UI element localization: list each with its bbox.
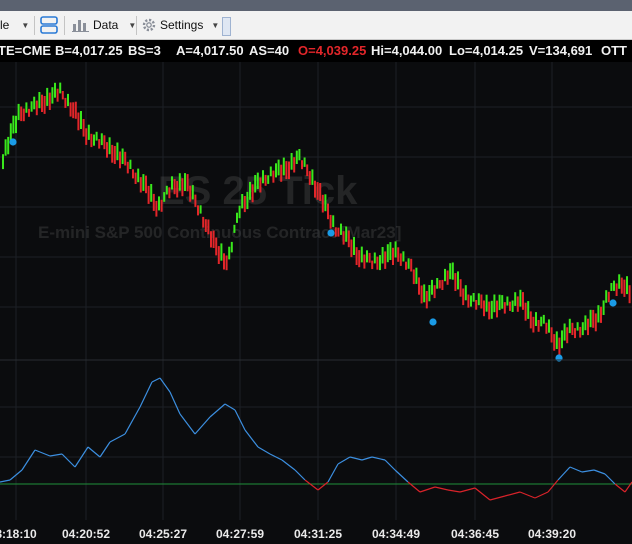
indicator-label: OTT bbox=[601, 43, 627, 58]
time-label: 04:39:20 bbox=[527, 527, 577, 541]
volume: V=134,691 bbox=[529, 43, 593, 58]
low-price: Lo=4,014.25 bbox=[449, 43, 524, 58]
toolbar-separator bbox=[34, 16, 35, 35]
bid-price: B=4,017.25 bbox=[55, 43, 123, 58]
style-dropdown[interactable]: le ▼ bbox=[0, 11, 29, 39]
window-top-band bbox=[0, 0, 632, 11]
ask-size: AS=40 bbox=[249, 43, 290, 58]
time-label: 04:20:52 bbox=[61, 527, 111, 541]
high-price: Hi=4,044.00 bbox=[371, 43, 443, 58]
time-label: 04:36:45 bbox=[450, 527, 500, 541]
time-label: 04:31:25 bbox=[293, 527, 343, 541]
price-chart[interactable]: ES 25 Tick E-mini S&P 500 Continuous Con… bbox=[0, 62, 632, 520]
data-menu-label: Data bbox=[93, 18, 119, 32]
ask-price: A=4,017.50 bbox=[176, 43, 244, 58]
gear-icon bbox=[142, 18, 156, 32]
open-price: O=4,039.25 bbox=[298, 43, 367, 58]
settings-menu-label: Settings bbox=[160, 18, 204, 32]
chevron-down-icon: ▼ bbox=[21, 20, 30, 30]
style-label: le bbox=[0, 18, 10, 32]
chart-toolbar: le ▼ Data ▼ Settings ▼ bbox=[0, 11, 632, 40]
time-label: 8:18:10 bbox=[0, 527, 37, 541]
layout-icon bbox=[40, 16, 58, 34]
bid-size: BS=3 bbox=[128, 43, 161, 58]
toolbar-separator bbox=[136, 16, 137, 35]
time-axis: 8:18:10 04:20:52 04:25:27 04:27:59 04:31… bbox=[0, 520, 632, 544]
chevron-down-icon: ▼ bbox=[211, 20, 220, 30]
time-label: 04:34:49 bbox=[371, 527, 421, 541]
bar-chart-icon bbox=[72, 20, 89, 32]
data-menu-button[interactable]: Data ▼ bbox=[72, 11, 136, 39]
settings-menu-button[interactable]: Settings ▼ bbox=[141, 11, 219, 39]
quote-info-bar: TE=CME B=4,017.25 BS=3 A=4,017.50 AS=40 … bbox=[0, 40, 632, 62]
time-label: 04:25:27 bbox=[138, 527, 188, 541]
exchange-label: TE=CME bbox=[0, 43, 52, 58]
layout-button[interactable] bbox=[40, 11, 58, 39]
time-label: 04:27:59 bbox=[215, 527, 265, 541]
toolbar-separator bbox=[64, 16, 65, 35]
overflow-button[interactable] bbox=[222, 17, 231, 36]
